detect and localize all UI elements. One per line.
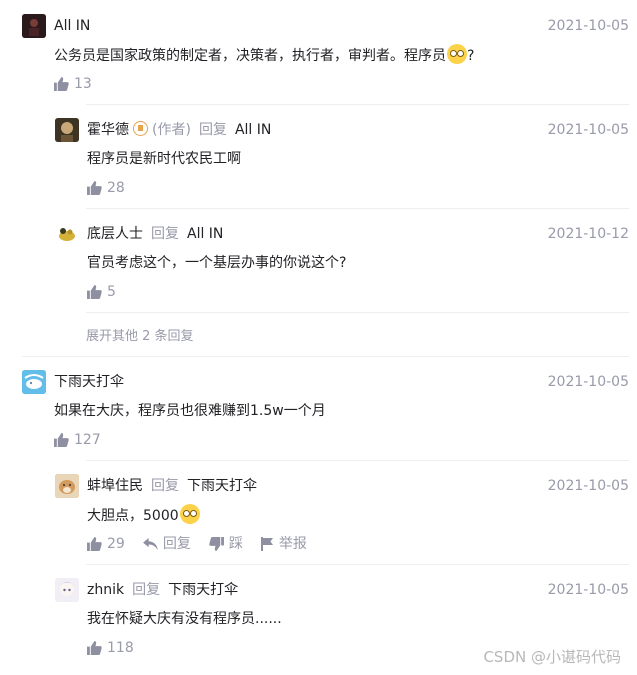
divider [22, 356, 629, 357]
reply-username[interactable]: 蚌埠住民 [87, 478, 143, 494]
reply-button[interactable]: 回复 [142, 534, 191, 554]
like-button[interactable]: 29 [87, 534, 125, 554]
dislike-button[interactable]: 踩 [209, 534, 243, 554]
avatar[interactable] [22, 370, 46, 394]
divider [86, 460, 629, 461]
reply-target-username[interactable]: All IN [235, 122, 271, 138]
comment-username[interactable]: 下雨天打伞 [54, 372, 124, 392]
comment-text-suffix: ? [467, 48, 475, 64]
divider [86, 104, 629, 105]
reply-target-username[interactable]: All IN [187, 226, 223, 242]
reply-header: zhnik 回复 下雨天打伞 [87, 580, 238, 600]
reply-label: 回复 [151, 478, 179, 494]
reply-date: 2021-10-05 [547, 478, 629, 494]
reply-button-label: 回复 [162, 536, 191, 552]
thumbs-up-icon [87, 285, 102, 299]
reply-text: 我在怀疑大庆有没有程序员...... [87, 611, 282, 627]
reply-actions: 28 [87, 178, 143, 198]
comment-actions: 13 [54, 74, 110, 94]
author-badge-icon [133, 121, 148, 136]
report-button-label: 举报 [278, 536, 307, 552]
avatar[interactable] [55, 118, 79, 142]
reply-date: 2021-10-12 [547, 226, 629, 242]
reply-text: 程序员是新时代农民工啊 [87, 151, 241, 167]
comment-text: 公务员是国家政策的制定者，决策者，执行者，审判者。程序员? [54, 44, 474, 67]
like-button[interactable]: 5 [87, 282, 116, 302]
reply-date: 2021-10-05 [547, 582, 629, 598]
avatar[interactable] [55, 578, 79, 602]
like-count: 28 [107, 180, 125, 196]
expand-replies-button[interactable]: 展开其他 2 条回复 [86, 327, 194, 347]
comment-text: 如果在大庆，程序员也很难赚到1.5w一个月 [54, 403, 326, 419]
thumbs-up-icon [87, 181, 102, 195]
like-button[interactable]: 127 [54, 430, 101, 450]
reply-actions: 29 回复 踩 举报 [87, 534, 325, 554]
reply-label: 回复 [132, 582, 161, 598]
like-button[interactable]: 28 [87, 178, 125, 198]
thumbs-up-icon [87, 641, 102, 655]
watermark: CSDN @小谌码代码 [483, 648, 621, 666]
reply-label: 回复 [151, 226, 179, 242]
comment-date: 2021-10-05 [547, 18, 629, 34]
reply-header: 霍华德 (作者) 回复 All IN [87, 120, 271, 140]
report-button[interactable]: 举报 [260, 534, 307, 554]
avatar[interactable] [22, 14, 46, 38]
like-count: 118 [107, 640, 134, 656]
comment-date: 2021-10-05 [547, 374, 629, 390]
divider [86, 564, 629, 565]
reply-text-body: 大胆点，5000 [87, 508, 179, 524]
thumbs-up-icon [54, 77, 69, 91]
like-button[interactable]: 13 [54, 74, 92, 94]
reply-header: 蚌埠住民 回复 下雨天打伞 [87, 476, 257, 496]
like-count: 13 [74, 76, 92, 92]
thumbs-up-icon [87, 537, 102, 551]
reply-target-username[interactable]: 下雨天打伞 [168, 582, 238, 598]
like-count: 127 [74, 432, 101, 448]
like-count: 29 [107, 536, 125, 552]
comment-username[interactable]: All IN [54, 16, 90, 36]
divider [86, 208, 629, 209]
dislike-button-label: 踩 [228, 536, 243, 552]
like-button[interactable]: 118 [87, 638, 134, 658]
thumbs-down-icon [209, 537, 224, 551]
reply-username[interactable]: 底层人士 [87, 226, 143, 242]
author-tag: (作者) [152, 122, 191, 138]
reply-header: 底层人士 回复 All IN [87, 224, 223, 244]
reply-username[interactable]: 霍华德 [87, 122, 129, 138]
reply-date: 2021-10-05 [547, 122, 629, 138]
reply-target-username[interactable]: 下雨天打伞 [187, 478, 257, 494]
like-count: 5 [107, 284, 116, 300]
emoji-icon [179, 504, 200, 524]
reply-username[interactable]: zhnik [87, 582, 124, 598]
avatar[interactable] [55, 474, 79, 498]
reply-arrow-icon [142, 537, 158, 550]
thumbs-up-icon [54, 433, 69, 447]
comment-text-body: 公务员是国家政策的制定者，决策者，执行者，审判者。程序员 [54, 48, 446, 64]
avatar[interactable] [55, 222, 79, 246]
reply-actions: 118 [87, 638, 152, 658]
divider [86, 312, 629, 313]
flag-icon [260, 537, 273, 551]
emoji-icon [447, 44, 467, 64]
comment-actions: 127 [54, 430, 119, 450]
reply-label: 回复 [198, 122, 227, 138]
reply-actions: 5 [87, 282, 134, 302]
reply-text: 大胆点，5000 [87, 504, 200, 527]
reply-text: 官员考虑这个，一个基层办事的你说这个? [87, 255, 347, 271]
